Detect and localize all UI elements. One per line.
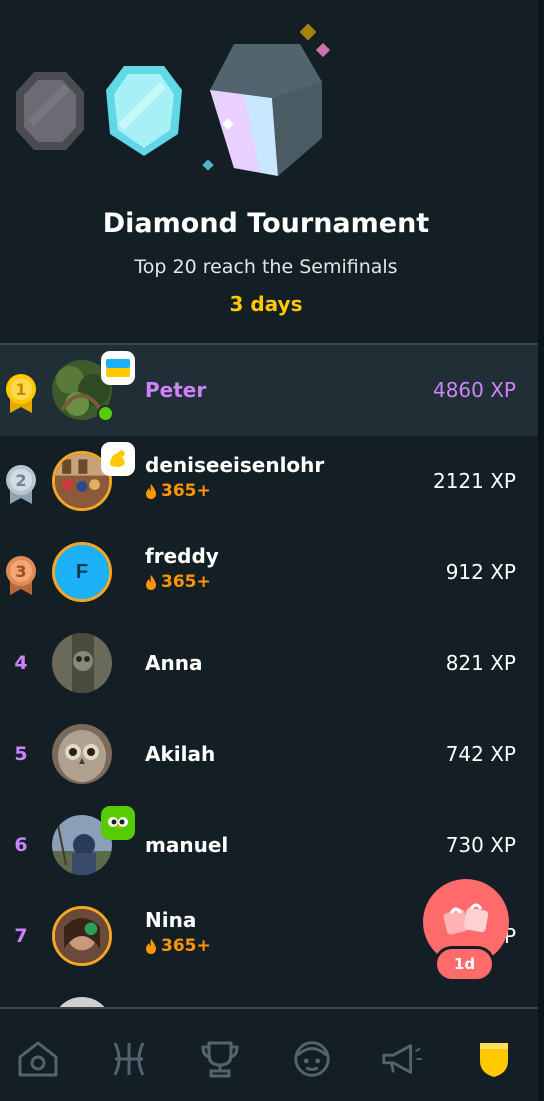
flame-icon xyxy=(146,483,156,499)
sparkle-icon xyxy=(315,42,331,58)
megaphone-icon[interactable] xyxy=(380,1037,424,1081)
bottom-nav xyxy=(0,1007,538,1101)
tournament-league-icon[interactable] xyxy=(204,40,326,180)
avatar[interactable] xyxy=(52,906,112,966)
rank-number: 7 xyxy=(14,925,28,947)
avatar[interactable] xyxy=(52,633,112,693)
duo-owl-icon xyxy=(101,806,135,840)
leaderboard-screen: Diamond Tournament Top 20 reach the Semi… xyxy=(0,0,544,1101)
streak-count: 365+ xyxy=(145,936,211,956)
rank-number: 5 xyxy=(14,743,28,765)
streak-value: 365+ xyxy=(161,481,211,501)
xp-value: 821 XP xyxy=(445,651,516,675)
league-title: Diamond Tournament xyxy=(102,208,430,239)
trophy-icon[interactable] xyxy=(198,1037,242,1081)
username: Peter xyxy=(145,378,207,402)
flame-icon xyxy=(146,574,156,590)
streak-value: 365+ xyxy=(161,936,211,956)
silver-medal-icon: 2 xyxy=(4,464,38,504)
home-icon[interactable] xyxy=(16,1037,60,1081)
xp-value: 742 XP xyxy=(445,742,516,766)
avatar[interactable] xyxy=(52,997,112,1007)
flame-icon xyxy=(146,938,156,954)
medal-rank: 3 xyxy=(15,562,26,581)
medal-rank: 2 xyxy=(15,471,26,490)
username: Akilah xyxy=(145,742,216,766)
avatar-letter: F xyxy=(75,560,89,583)
username: Anna xyxy=(145,651,203,675)
bronze-medal-icon: 3 xyxy=(4,555,38,595)
streak-count: 365+ xyxy=(145,481,211,501)
leaderboard-row[interactable]: 4 Anna 821 XP xyxy=(0,618,538,709)
leaderboard-row[interactable]: 3 F freddy 365+ 912 XP xyxy=(0,527,538,618)
avatar[interactable] xyxy=(52,724,112,784)
username: manuel xyxy=(145,833,229,857)
xp-value: 912 XP xyxy=(445,560,516,584)
ukraine-flag-icon xyxy=(101,351,135,385)
league-header: Diamond Tournament Top 20 reach the Semi… xyxy=(0,0,538,344)
xp-value: 4860 XP xyxy=(432,378,516,402)
medal-rank: 1 xyxy=(15,380,26,399)
diamond-league-icon[interactable] xyxy=(104,64,184,158)
streak-value: 365+ xyxy=(161,572,211,592)
league-subtitle: Top 20 reach the Semifinals xyxy=(134,256,398,278)
leaderboard-row-current-user[interactable]: 1 Peter 4860 XP xyxy=(0,345,538,436)
username: Nina xyxy=(145,908,197,932)
gold-medal-icon: 1 xyxy=(4,373,38,413)
avatar[interactable]: F xyxy=(52,542,112,602)
username: freddy xyxy=(145,544,219,568)
leaderboard-row[interactable]: 2 deniseeisenlohr 365+ 2121 XP xyxy=(0,436,538,527)
obsidian-league-icon[interactable] xyxy=(14,70,86,152)
alphabet-icon[interactable] xyxy=(107,1037,151,1081)
online-indicator xyxy=(97,405,114,422)
streak-count: 365+ xyxy=(145,572,211,592)
leaderboard-row[interactable]: 6 manuel 730 XP xyxy=(0,800,538,891)
characters-icon[interactable] xyxy=(290,1037,334,1081)
scroll-edge xyxy=(538,0,544,1101)
league-icons-row xyxy=(0,0,538,190)
rank-number: 6 xyxy=(14,834,28,856)
username: deniseeisenlohr xyxy=(145,453,325,477)
leaderboard-row[interactable]: 5 Akilah 742 XP xyxy=(0,709,538,800)
league-shield-icon[interactable] xyxy=(472,1037,516,1081)
rank-number: 4 xyxy=(14,652,28,674)
xp-value: 2121 XP xyxy=(432,469,516,493)
timer-badge: 1d xyxy=(434,946,495,982)
time-remaining: 3 days xyxy=(229,292,303,316)
leaderboard-row[interactable] xyxy=(0,982,538,1007)
sparkle-icon xyxy=(202,156,214,171)
sparkle-icon xyxy=(299,23,317,41)
xp-value: 730 XP xyxy=(445,833,516,857)
flexed-arm-icon xyxy=(101,442,135,476)
